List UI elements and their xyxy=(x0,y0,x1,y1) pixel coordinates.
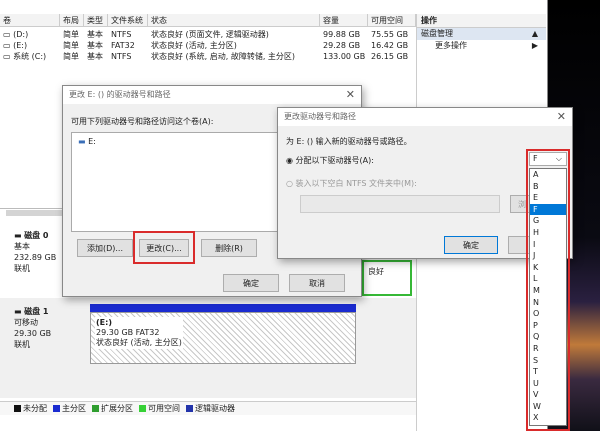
legend-primary: 主分区 xyxy=(53,403,86,414)
legend-extended: 扩展分区 xyxy=(92,403,133,414)
add-button[interactable]: 添加(D)... xyxy=(77,239,133,257)
ok-button[interactable]: 确定 xyxy=(223,274,279,292)
dialog-title: 更改驱动器号和路径 xyxy=(278,108,572,126)
close-icon[interactable]: ✕ xyxy=(346,88,355,101)
col-volume[interactable]: 卷 xyxy=(0,14,60,27)
ok-button[interactable]: 确定 xyxy=(444,236,498,254)
triangle-up-icon: ▲ xyxy=(531,29,538,38)
table-row[interactable]: ▭ 系统 (C:) 简单 基本 NTFS 状态良好 (系统, 启动, 故障转储,… xyxy=(0,51,416,62)
partition-header-bar xyxy=(90,304,356,312)
table-row[interactable]: ▭ (D:) 简单 基本 NTFS 状态良好 (页面文件, 逻辑驱动器) 99.… xyxy=(0,29,416,40)
disk1-info[interactable]: ▬ 磁盘 1 可移动 29.30 GB 联机 xyxy=(14,306,51,350)
drive-icon: ▬ xyxy=(78,137,89,146)
disk-icon: ▬ xyxy=(14,231,25,240)
radio-empty-icon: ○ xyxy=(286,179,296,188)
actions-header: 操作 xyxy=(417,14,546,28)
col-filesystem[interactable]: 文件系统 xyxy=(108,14,148,27)
col-capacity[interactable]: 容量 xyxy=(320,14,368,27)
drive-icon: ▭ xyxy=(3,30,14,39)
cancel-button[interactable]: 取消 xyxy=(289,274,345,292)
assign-letter-radio[interactable]: ◉ 分配以下驱动器号(A): xyxy=(286,155,374,166)
dialog-prompt: 为 E: () 输入新的驱动器号或路径。 xyxy=(286,137,412,146)
remove-button[interactable]: 删除(R) xyxy=(201,239,257,257)
drive-icon: ▭ xyxy=(3,41,14,50)
legend-unallocated: 未分配 xyxy=(14,403,47,414)
actions-more[interactable]: 更多操作 ▶ xyxy=(417,40,546,52)
drive-icon: ▭ xyxy=(3,52,14,61)
col-type[interactable]: 类型 xyxy=(84,14,108,27)
disk-icon: ▬ xyxy=(14,307,25,316)
dialog-title: 更改 E: () 的驱动器号和路径 xyxy=(63,86,361,104)
col-status[interactable]: 状态 xyxy=(148,14,320,27)
col-layout[interactable]: 布局 xyxy=(60,14,84,27)
disk0-info[interactable]: ▬ 磁盘 0 基本 232.89 GB 联机 xyxy=(14,230,56,274)
mount-folder-radio[interactable]: ○ 装入以下空白 NTFS 文件夹中(M): xyxy=(286,178,417,189)
table-row[interactable]: ▭ (E:) 简单 基本 FAT32 状态良好 (活动, 主分区) 29.28 … xyxy=(0,40,416,51)
legend-free-space: 可用空间 xyxy=(139,403,180,414)
radio-selected-icon: ◉ xyxy=(286,156,296,165)
legend-logical: 逻辑驱动器 xyxy=(186,403,235,414)
col-free[interactable]: 可用空间 xyxy=(368,14,416,27)
triangle-right-icon: ▶ xyxy=(531,41,538,50)
dialog-prompt: 可用下列驱动器号和路径访问这个卷(A): xyxy=(71,117,214,126)
logical-partition[interactable]: 良好 xyxy=(362,260,412,296)
volume-table-header: 卷 布局 类型 文件系统 状态 容量 可用空间 xyxy=(0,14,416,27)
folder-path-input[interactable] xyxy=(300,195,500,213)
highlight-box xyxy=(526,149,570,431)
legend: 未分配 主分区 扩展分区 可用空间 逻辑驱动器 xyxy=(0,401,416,415)
partition-e[interactable]: (E:) 29.30 GB FAT32 状态良好 (活动, 主分区) xyxy=(90,312,356,364)
change-button[interactable]: 更改(C)... xyxy=(139,239,189,257)
actions-disk-management[interactable]: 磁盘管理 ▲ xyxy=(417,28,546,40)
close-icon[interactable]: ✕ xyxy=(557,110,566,123)
